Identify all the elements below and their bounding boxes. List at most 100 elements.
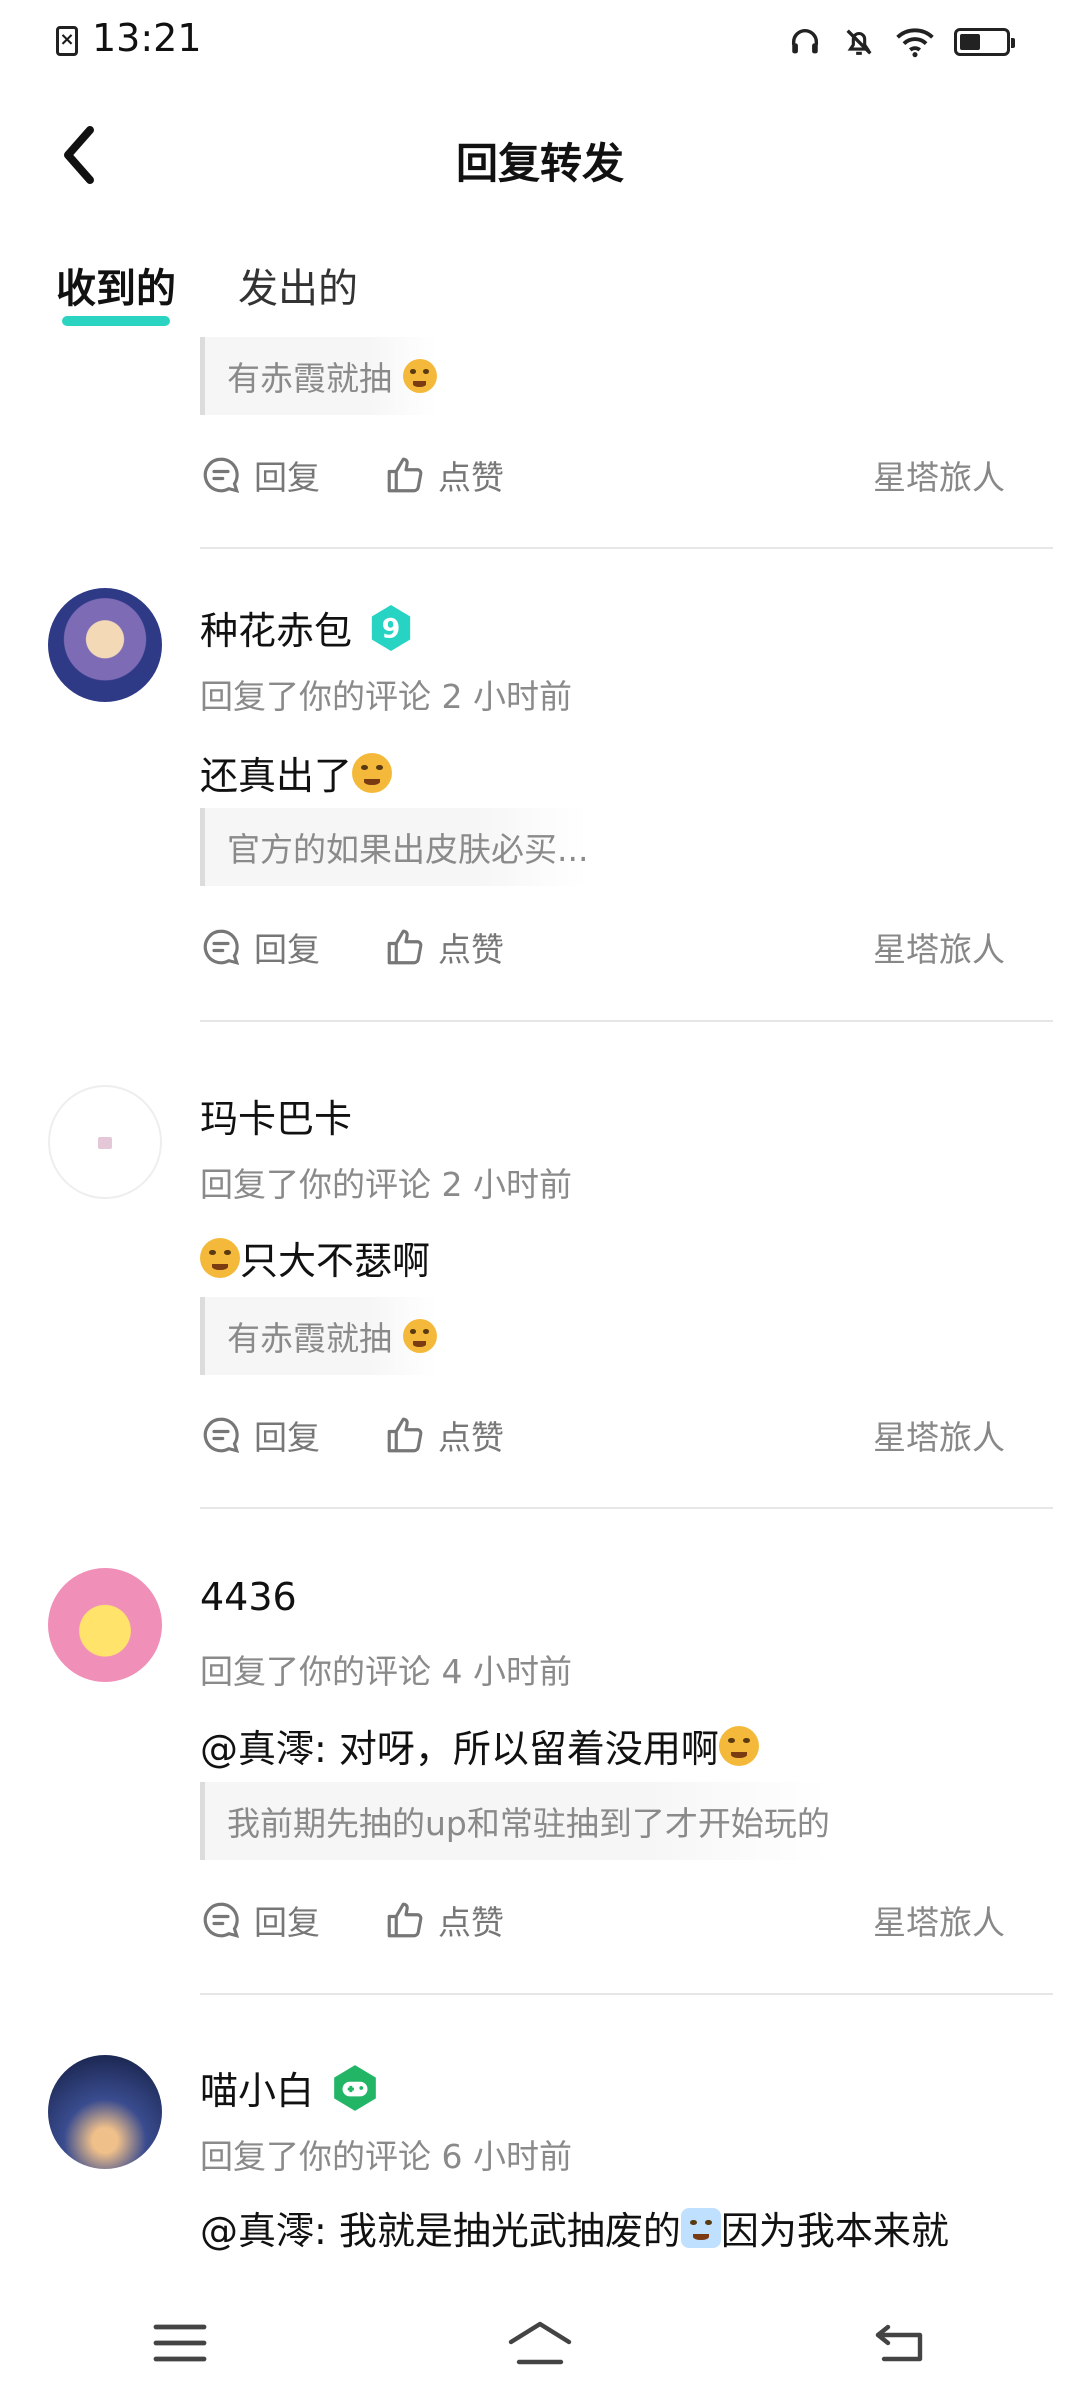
game-tag[interactable]: 星塔旅人 bbox=[873, 923, 1005, 971]
user-avatar[interactable] bbox=[48, 2055, 162, 2169]
reply-label: 回复 bbox=[254, 1418, 320, 1457]
page-title: 回复转发 bbox=[455, 139, 624, 188]
quoted-text: 官方的如果出皮肤必买... bbox=[227, 830, 589, 869]
mute-bell-icon bbox=[846, 29, 872, 55]
reply-content[interactable]: 还真出了 bbox=[200, 745, 393, 800]
status-time: 13:21 bbox=[92, 16, 202, 60]
like-button[interactable]: 点赞 bbox=[384, 923, 504, 971]
username-text: 种花赤包 bbox=[200, 609, 353, 653]
reply-content[interactable]: @真澪: 对呀，所以留着没用啊 bbox=[200, 1718, 759, 1773]
reply-label: 回复 bbox=[254, 458, 320, 497]
like-button[interactable]: 点赞 bbox=[384, 1411, 504, 1459]
tab-received-label: 收到的 bbox=[56, 266, 176, 312]
thumbs-up-icon bbox=[387, 929, 423, 965]
menu-icon bbox=[153, 2324, 207, 2362]
reply-content[interactable]: 只大不瑟啊 bbox=[200, 1230, 430, 1285]
quoted-text: 有赤霞就抽 bbox=[227, 359, 392, 398]
home-icon bbox=[508, 2321, 572, 2365]
like-label: 点赞 bbox=[438, 458, 504, 497]
comment-icon bbox=[203, 929, 240, 966]
tab-bar: 收到的 发出的 bbox=[56, 250, 358, 330]
comment-icon bbox=[203, 1417, 240, 1454]
tab-received[interactable]: 收到的 bbox=[56, 250, 176, 330]
item-actions: 回复 点赞 星塔旅人 bbox=[200, 917, 1050, 977]
emoji-icon bbox=[680, 2207, 721, 2248]
reply-label: 回复 bbox=[254, 1903, 320, 1942]
emoji-icon bbox=[352, 752, 393, 793]
status-bar: × 13:21 bbox=[0, 0, 1080, 84]
back-nav-button[interactable] bbox=[845, 2303, 955, 2383]
quoted-comment[interactable]: 有赤霞就抽 bbox=[200, 1297, 437, 1375]
gamepad-badge-icon bbox=[334, 2064, 376, 2111]
thumbs-up-icon bbox=[387, 1417, 423, 1453]
item-actions: 回复 点赞 星塔旅人 bbox=[200, 1890, 1050, 1950]
svg-text:9: 9 bbox=[382, 613, 401, 644]
wifi-icon bbox=[896, 28, 934, 58]
like-label: 点赞 bbox=[438, 1418, 504, 1457]
username[interactable]: 4436 bbox=[200, 1575, 297, 1619]
game-tag[interactable]: 星塔旅人 bbox=[873, 451, 1005, 499]
user-avatar[interactable] bbox=[48, 1568, 162, 1682]
no-sim-icon: × bbox=[56, 26, 78, 56]
system-nav-bar bbox=[0, 2278, 1080, 2408]
emoji-icon bbox=[200, 1237, 240, 1278]
home-button[interactable] bbox=[485, 2303, 595, 2383]
quoted-comment[interactable]: 有赤霞就抽 bbox=[200, 337, 437, 415]
comment-icon bbox=[203, 457, 240, 494]
username[interactable]: 种花赤包 9 bbox=[200, 600, 414, 655]
reply-text: 只大不瑟啊 bbox=[240, 1239, 431, 1283]
emoji-icon bbox=[402, 359, 437, 393]
active-tab-indicator bbox=[62, 316, 170, 326]
user-avatar[interactable] bbox=[48, 1085, 162, 1199]
reply-meta: 回复了你的评论 6 小时前 bbox=[200, 2137, 572, 2176]
thumbs-up-icon bbox=[387, 1902, 423, 1938]
quoted-text: 我前期先抽的up和常驻抽到了才开始玩的 bbox=[227, 1804, 830, 1843]
thumbs-up-icon bbox=[387, 457, 423, 493]
back-arrow-icon bbox=[875, 2324, 923, 2362]
quoted-text: 有赤霞就抽 bbox=[227, 1319, 392, 1358]
reply-content[interactable]: @真澪: 我就是抽光武抽废的 因为我本来就 bbox=[200, 2200, 949, 2255]
reply-text: @真澪: 我就是抽光武抽废的 bbox=[200, 2209, 681, 2253]
reply-text: 还真出了 bbox=[200, 754, 353, 798]
divider bbox=[200, 1020, 1053, 1022]
item-actions: 回复 点赞 星塔旅人 bbox=[200, 1405, 1050, 1465]
like-button[interactable]: 点赞 bbox=[384, 451, 504, 499]
reply-label: 回复 bbox=[254, 930, 320, 969]
reply-button[interactable]: 回复 bbox=[200, 1411, 320, 1459]
like-label: 点赞 bbox=[438, 930, 504, 969]
reply-text: @真澪: 对呀，所以留着没用啊 bbox=[200, 1727, 719, 1771]
battery-icon bbox=[954, 28, 1015, 56]
tab-sent[interactable]: 发出的 bbox=[238, 250, 358, 330]
tab-sent-label: 发出的 bbox=[238, 266, 358, 312]
user-avatar[interactable] bbox=[48, 588, 162, 702]
username[interactable]: 玛卡巴卡 bbox=[200, 1088, 352, 1143]
comment-icon bbox=[203, 1902, 240, 1939]
header: 回复转发 bbox=[0, 100, 1080, 210]
game-tag[interactable]: 星塔旅人 bbox=[873, 1411, 1005, 1459]
reply-text-suffix: 因为我本来就 bbox=[720, 2209, 949, 2253]
divider bbox=[200, 1993, 1053, 1995]
username-text: 玛卡巴卡 bbox=[200, 1097, 353, 1141]
reply-button[interactable]: 回复 bbox=[200, 451, 320, 499]
quoted-comment[interactable]: 官方的如果出皮肤必买... bbox=[200, 808, 589, 886]
username-text: 4436 bbox=[200, 1575, 297, 1619]
level-badge-icon: 9 bbox=[371, 604, 411, 651]
reply-meta: 回复了你的评论 4 小时前 bbox=[200, 1652, 572, 1691]
divider bbox=[200, 547, 1053, 549]
emoji-icon bbox=[402, 1319, 437, 1353]
game-tag[interactable]: 星塔旅人 bbox=[873, 1896, 1005, 1944]
username-text: 喵小白 bbox=[200, 2069, 315, 2113]
reply-button[interactable]: 回复 bbox=[200, 923, 320, 971]
menu-button[interactable] bbox=[125, 2303, 235, 2383]
like-label: 点赞 bbox=[438, 1903, 504, 1942]
reply-meta: 回复了你的评论 2 小时前 bbox=[200, 677, 572, 716]
item-actions: 回复 点赞 星塔旅人 bbox=[200, 445, 1050, 505]
reply-button[interactable]: 回复 bbox=[200, 1896, 320, 1944]
headphones-icon bbox=[791, 29, 819, 54]
username[interactable]: 喵小白 bbox=[200, 2060, 380, 2115]
status-icons bbox=[788, 20, 1015, 64]
like-button[interactable]: 点赞 bbox=[384, 1896, 504, 1944]
divider bbox=[200, 1507, 1053, 1509]
reply-meta: 回复了你的评论 2 小时前 bbox=[200, 1165, 572, 1204]
quoted-comment[interactable]: 我前期先抽的up和常驻抽到了才开始玩的 bbox=[200, 1782, 830, 1860]
